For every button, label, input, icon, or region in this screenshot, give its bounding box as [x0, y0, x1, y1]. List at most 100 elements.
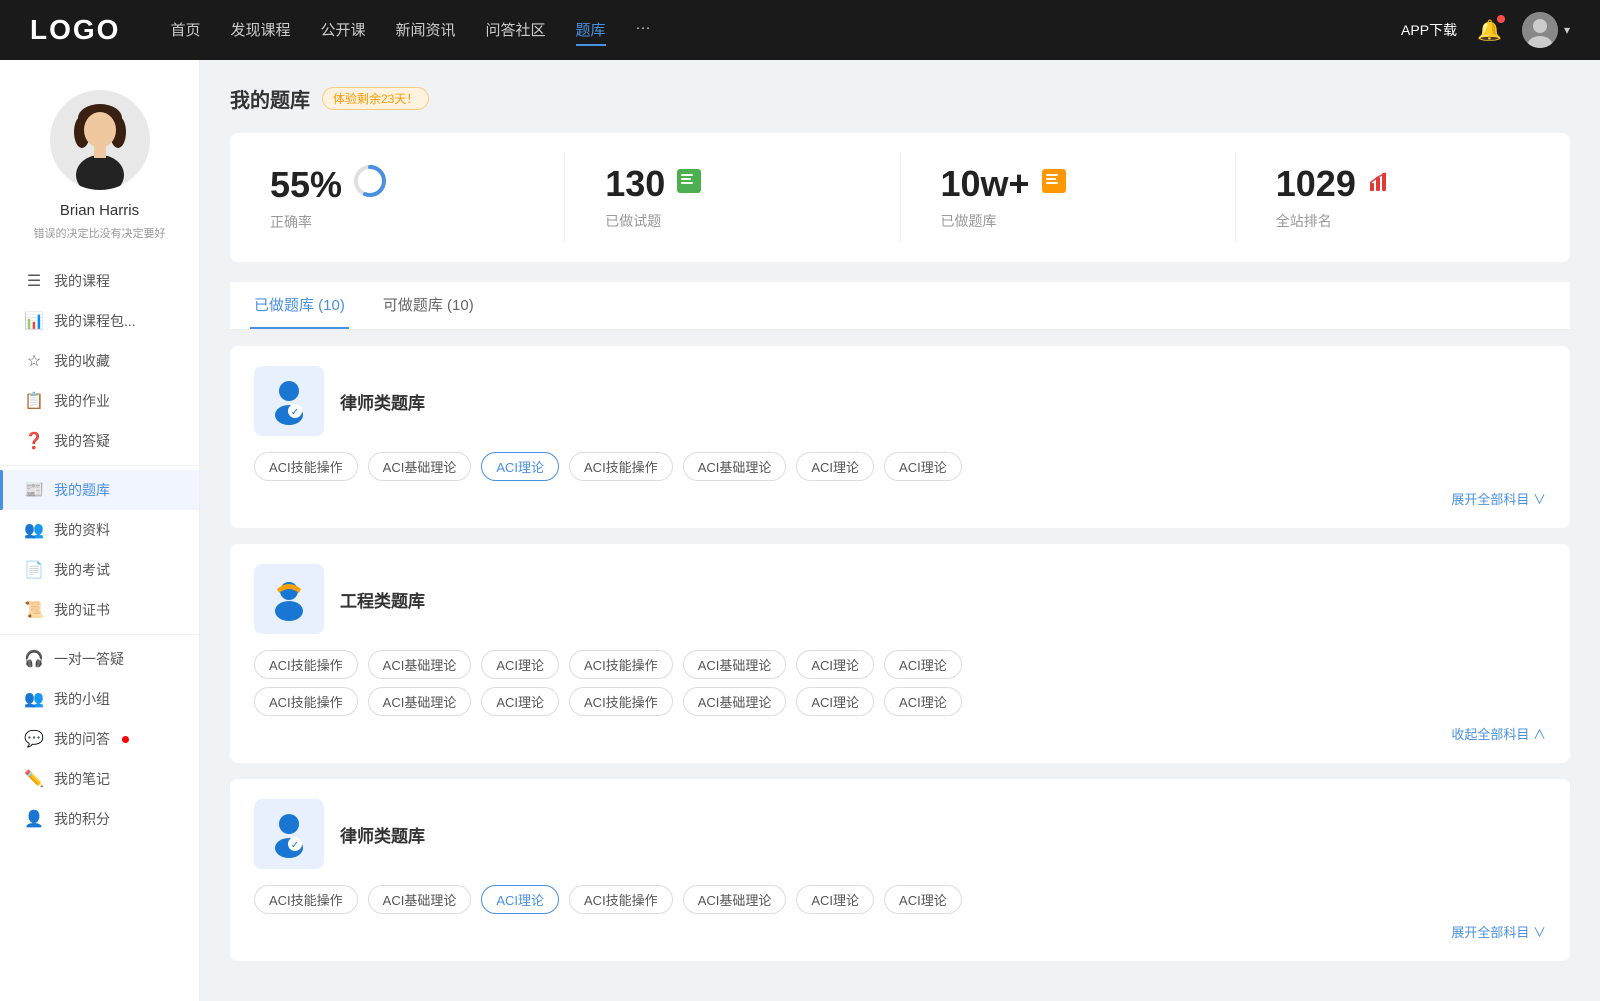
- sidebar-icon-我的积分: 👤: [24, 809, 44, 829]
- tag-ACI理论[interactable]: ACI理论: [796, 650, 874, 679]
- nav-menu: 首页发现课程公开课新闻资讯问答社区题库 ···: [170, 15, 1401, 46]
- tabs-row: 已做题库 (10) 可做题库 (10): [230, 282, 1570, 330]
- nav-item-题库[interactable]: 题库: [576, 15, 606, 46]
- sidebar-icon-我的课程包...: 📊: [24, 311, 44, 331]
- tag-ACI技能操作[interactable]: ACI技能操作: [254, 885, 358, 914]
- sidebar-label-一对一答疑: 一对一答疑: [54, 649, 124, 669]
- stat-label: 已做题库: [941, 211, 997, 231]
- sidebar-label-我的小组: 我的小组: [54, 689, 110, 709]
- qbanks-container: ✓ 律师类题库 ACI技能操作 ACI基础理论 ACI理论 ACI技能操作 ACI基础理…: [230, 346, 1570, 961]
- sidebar-divider: [0, 634, 199, 635]
- tag-ACI理论[interactable]: ACI理论: [884, 650, 962, 679]
- sidebar-label-我的答疑: 我的答疑: [54, 431, 110, 451]
- sidebar-item-我的收藏[interactable]: ☆ 我的收藏: [0, 341, 199, 381]
- profile-motto: 错误的决定比没有决定要好: [24, 225, 176, 241]
- qbank-icon: ✓: [254, 799, 324, 869]
- tag-ACI技能操作[interactable]: ACI技能操作: [254, 650, 358, 679]
- sidebar-item-我的笔记[interactable]: ✏️我的笔记: [0, 759, 199, 799]
- tag-ACI技能操作[interactable]: ACI技能操作: [569, 650, 673, 679]
- stat-item-全站排名: 1029 全站排名: [1236, 153, 1570, 242]
- nav-item-首页[interactable]: 首页: [170, 15, 200, 46]
- collapse-btn[interactable]: 收起全部科目 ∧: [254, 724, 1546, 743]
- sidebar-icon-一对一答疑: 🎧: [24, 649, 44, 669]
- sidebar-label-我的课程包...: 我的课程包...: [54, 311, 136, 331]
- sidebar-icon-我的资料: 👥: [24, 520, 44, 540]
- tag-ACI理论[interactable]: ACI理论: [481, 650, 559, 679]
- page-title: 我的题库: [230, 84, 310, 113]
- sidebar-item-我的课程包...[interactable]: 📊 我的课程包...: [0, 301, 199, 341]
- qbank-header: ✓ 律师类题库: [254, 799, 1546, 869]
- tag-ACI理论[interactable]: ACI理论: [884, 687, 962, 716]
- sidebar-item-我的答疑[interactable]: ❓我的答疑: [0, 421, 199, 461]
- tag-ACI基础理论[interactable]: ACI基础理论: [368, 885, 472, 914]
- sidebar-item-一对一答疑[interactable]: 🎧 一对一答疑: [0, 639, 199, 679]
- sidebar-item-我的问答[interactable]: 💬我的问答: [0, 719, 199, 759]
- sidebar-label-我的收藏: 我的收藏: [54, 351, 110, 371]
- tag-ACI理论[interactable]: ACI理论: [884, 885, 962, 914]
- expand-btn[interactable]: 展开全部科目 ∨: [254, 489, 1546, 508]
- svg-text:✓: ✓: [291, 840, 299, 851]
- qbank-icon: [254, 564, 324, 634]
- qbank-card-2: ✓ 律师类题库 ACI技能操作 ACI基础理论 ACI理论 ACI技能操作 ACI基础理…: [230, 779, 1570, 961]
- nav-dropdown-arrow[interactable]: ▾: [1564, 23, 1570, 37]
- tag-ACI技能操作[interactable]: ACI技能操作: [569, 687, 673, 716]
- tag-ACI基础理论[interactable]: ACI基础理论: [683, 885, 787, 914]
- navbar-right: APP下载 🔔 ▾: [1401, 12, 1570, 48]
- sidebar-item-我的积分[interactable]: 👤我的积分: [0, 799, 199, 839]
- stat-label: 已做试题: [605, 211, 661, 231]
- stat-icon: [1366, 167, 1394, 202]
- stat-icon: [352, 163, 388, 206]
- notification-bell[interactable]: 🔔: [1477, 18, 1502, 43]
- qbank-title: 工程类题库: [340, 587, 425, 612]
- sidebar-item-我的小组[interactable]: 👥我的小组: [0, 679, 199, 719]
- tag-ACI基础理论[interactable]: ACI基础理论: [683, 452, 787, 481]
- tags-row: ACI技能操作 ACI基础理论 ACI理论 ACI技能操作 ACI基础理论 ACI理论 AC…: [254, 885, 1546, 914]
- tag-ACI基础理论[interactable]: ACI基础理论: [683, 687, 787, 716]
- tag-ACI技能操作[interactable]: ACI技能操作: [254, 687, 358, 716]
- sidebar-item-我的考试[interactable]: 📄我的考试: [0, 550, 199, 590]
- profile-avatar: [50, 90, 150, 190]
- qbank-title: 律师类题库: [340, 389, 425, 414]
- sidebar-item-我的作业[interactable]: 📋我的作业: [0, 381, 199, 421]
- tag-ACI基础理论[interactable]: ACI基础理论: [368, 650, 472, 679]
- tab-已做题库 (10)[interactable]: 已做题库 (10): [250, 282, 349, 329]
- expand-btn[interactable]: 展开全部科目 ∨: [254, 922, 1546, 941]
- sidebar-label-我的作业: 我的作业: [54, 391, 110, 411]
- trial-badge: 体验剩余23天！: [322, 87, 429, 110]
- nav-item-发现课程[interactable]: 发现课程: [230, 15, 290, 46]
- sidebar-icon-我的收藏: ☆: [24, 351, 44, 371]
- avatar: [1522, 12, 1558, 48]
- tag-ACI理论[interactable]: ACI理论: [796, 687, 874, 716]
- tag-ACI基础理论[interactable]: ACI基础理论: [683, 650, 787, 679]
- nav-item-问答社区[interactable]: 问答社区: [486, 15, 546, 46]
- tags-row: ACI技能操作 ACI基础理论 ACI理论 ACI技能操作 ACI基础理论 ACI理论 AC…: [254, 452, 1546, 481]
- tags-row-1: ACI技能操作 ACI基础理论 ACI理论 ACI技能操作 ACI基础理论 ACI理论 AC…: [254, 650, 1546, 679]
- tag-ACI理论[interactable]: ACI理论: [796, 885, 874, 914]
- qbank-icon: ✓: [254, 366, 324, 436]
- tag-ACI理论[interactable]: ACI理论: [481, 687, 559, 716]
- tag-ACI基础理论[interactable]: ACI基础理论: [368, 687, 472, 716]
- stat-item-已做试题: 130 已做试题: [565, 153, 900, 242]
- tag-ACI理论[interactable]: ACI理论: [481, 452, 559, 481]
- tag-ACI技能操作[interactable]: ACI技能操作: [569, 885, 673, 914]
- sidebar-item-我的证书[interactable]: 📜我的证书: [0, 590, 199, 630]
- tag-ACI理论[interactable]: ACI理论: [796, 452, 874, 481]
- tag-ACI理论[interactable]: ACI理论: [884, 452, 962, 481]
- sidebar-item-我的题库[interactable]: 📰我的题库: [0, 470, 199, 510]
- app-download-button[interactable]: APP下载: [1401, 20, 1457, 40]
- tab-可做题库 (10)[interactable]: 可做题库 (10): [379, 282, 478, 329]
- tag-ACI基础理论[interactable]: ACI基础理论: [368, 452, 472, 481]
- sidebar-label-我的考试: 我的考试: [54, 560, 110, 580]
- user-avatar-area[interactable]: ▾: [1522, 12, 1570, 48]
- sidebar-label-我的课程: 我的课程: [54, 271, 110, 291]
- nav-item-公开课[interactable]: 公开课: [320, 15, 365, 46]
- sidebar-label-我的问答: 我的问答: [54, 729, 110, 749]
- tag-ACI理论[interactable]: ACI理论: [481, 885, 559, 914]
- sidebar-item-我的资料[interactable]: 👥我的资料: [0, 510, 199, 550]
- sidebar-item-我的课程[interactable]: ☰我的课程: [0, 261, 199, 301]
- logo[interactable]: LOGO: [30, 14, 120, 46]
- nav-item-新闻资讯[interactable]: 新闻资讯: [396, 15, 456, 46]
- tag-ACI技能操作[interactable]: ACI技能操作: [569, 452, 673, 481]
- tag-ACI技能操作[interactable]: ACI技能操作: [254, 452, 358, 481]
- nav-item-···[interactable]: ···: [636, 15, 651, 46]
